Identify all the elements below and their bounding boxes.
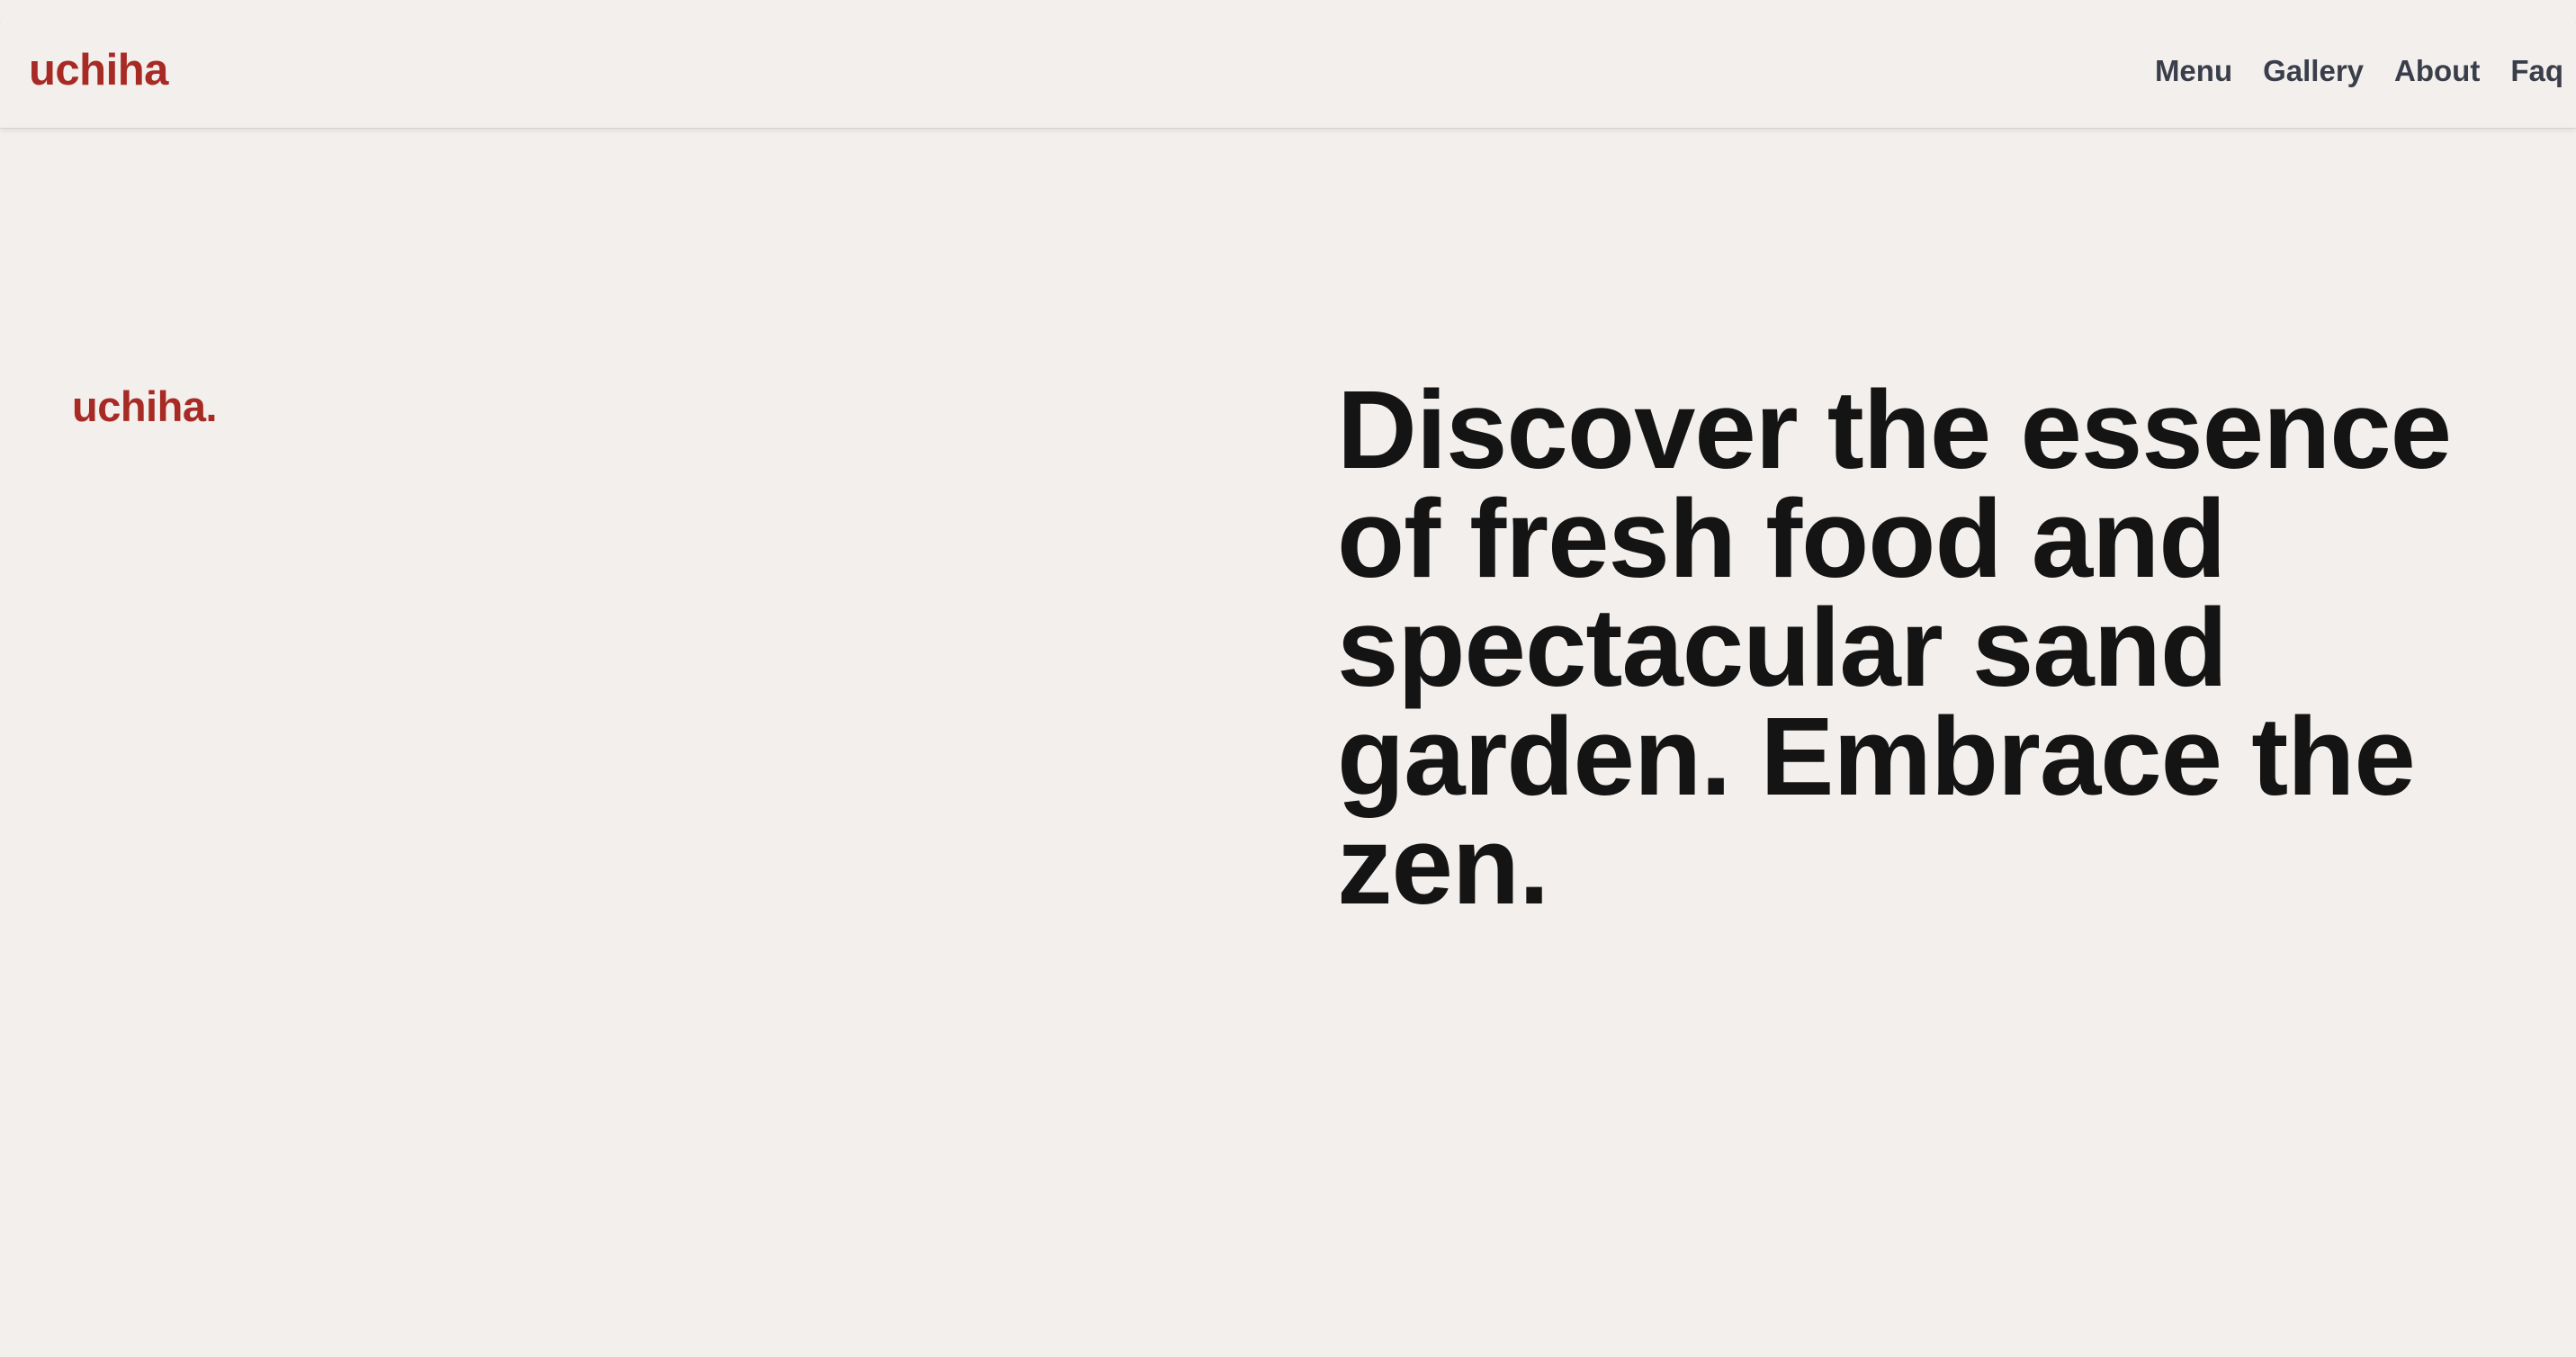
main-nav: Menu Gallery About Faq <box>2155 54 2563 88</box>
nav-link-faq[interactable]: Faq <box>2510 54 2563 88</box>
nav-link-gallery[interactable]: Gallery <box>2263 54 2364 88</box>
nav-link-about[interactable]: About <box>2394 54 2480 88</box>
brand-logo-link[interactable]: uchiha <box>29 45 168 95</box>
nav-link-menu[interactable]: Menu <box>2155 54 2232 88</box>
window-top-edge <box>0 0 2576 13</box>
hero-logo: uchiha. <box>72 382 218 430</box>
hero-headline: Discover the essence of fresh food and s… <box>1337 369 2452 928</box>
page: uchiha Menu Gallery About Faq uchiha. Di… <box>0 0 2576 1357</box>
navbar: uchiha Menu Gallery About Faq <box>0 13 2576 128</box>
